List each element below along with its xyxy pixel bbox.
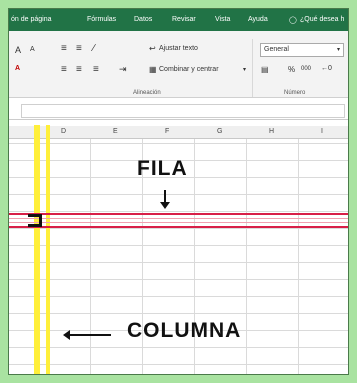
menu-review[interactable]: Revisar: [172, 16, 196, 23]
merge-dropdown-icon[interactable]: ▾: [243, 66, 246, 73]
formula-bar: [9, 101, 348, 120]
align-center-icon[interactable]: ≡: [76, 64, 82, 75]
wrap-text-icon: ↩: [149, 44, 156, 53]
menu-bar: ón de página Fórmulas Datos Revisar Vist…: [9, 9, 348, 31]
menu-formulas[interactable]: Fórmulas: [87, 16, 116, 23]
merge-icon: ▦: [149, 65, 157, 74]
align-top-icon[interactable]: ≡: [61, 43, 67, 54]
number-format-value: General: [264, 46, 289, 53]
decimals-icon[interactable]: ←0: [321, 65, 332, 72]
currency-icon[interactable]: ▤: [261, 65, 269, 74]
column-header-e[interactable]: E: [113, 128, 118, 135]
font-size-up-button[interactable]: A: [15, 45, 21, 55]
orientation-icon[interactable]: ∕: [93, 43, 95, 54]
excel-window: ón de página Fórmulas Datos Revisar Vist…: [8, 8, 349, 375]
tell-me-search[interactable]: ¿Qué desea h: [300, 16, 344, 23]
chevron-down-icon: ▾: [336, 47, 340, 53]
formula-input[interactable]: [21, 104, 345, 118]
column-label: COLUMNA: [127, 319, 242, 342]
merge-center-button[interactable]: Combinar y centrar: [159, 66, 219, 73]
wrap-text-button[interactable]: Ajustar texto: [159, 45, 198, 52]
number-format-select[interactable]: General ▾: [260, 43, 344, 57]
divider: [252, 39, 253, 97]
menu-data[interactable]: Datos: [134, 16, 152, 23]
row-bracket: [28, 214, 42, 227]
align-right-icon[interactable]: ≡: [93, 64, 99, 75]
column-header-row: D E F G H I: [9, 126, 348, 139]
align-left-icon[interactable]: ≡: [61, 64, 67, 75]
menu-help[interactable]: Ayuda: [248, 16, 268, 23]
row-label: FILA: [137, 157, 188, 180]
group-label-number: Número: [284, 90, 306, 96]
thousands-button[interactable]: 000: [301, 66, 311, 72]
row-highlight-inner: [9, 218, 348, 223]
column-highlight: [34, 125, 40, 374]
ribbon: A A A ≡ ≡ ∕ ≡ ≡ ≡ ⇥ ↩ Ajustar texto ▦ Co…: [9, 31, 348, 98]
font-size-down-button[interactable]: A: [30, 46, 35, 53]
column-header-d[interactable]: D: [61, 128, 66, 135]
menu-page-layout[interactable]: ón de página: [11, 16, 51, 23]
font-color-icon[interactable]: A: [15, 65, 20, 72]
column-header-i[interactable]: I: [321, 128, 323, 135]
indent-icon[interactable]: ⇥: [119, 64, 127, 75]
column-highlight-edge: [46, 125, 50, 374]
menu-view[interactable]: Vista: [215, 16, 230, 23]
column-header-g[interactable]: G: [217, 128, 222, 135]
arrow-down-icon: [160, 190, 170, 209]
column-header-f[interactable]: F: [165, 128, 169, 135]
arrow-left-icon: [63, 330, 111, 340]
percent-button[interactable]: %: [288, 65, 295, 74]
align-middle-icon[interactable]: ≡: [76, 43, 82, 54]
column-header-h[interactable]: H: [269, 128, 274, 135]
lightbulb-icon: ◯: [289, 17, 297, 24]
group-label-alignment: Alineación: [133, 90, 161, 96]
